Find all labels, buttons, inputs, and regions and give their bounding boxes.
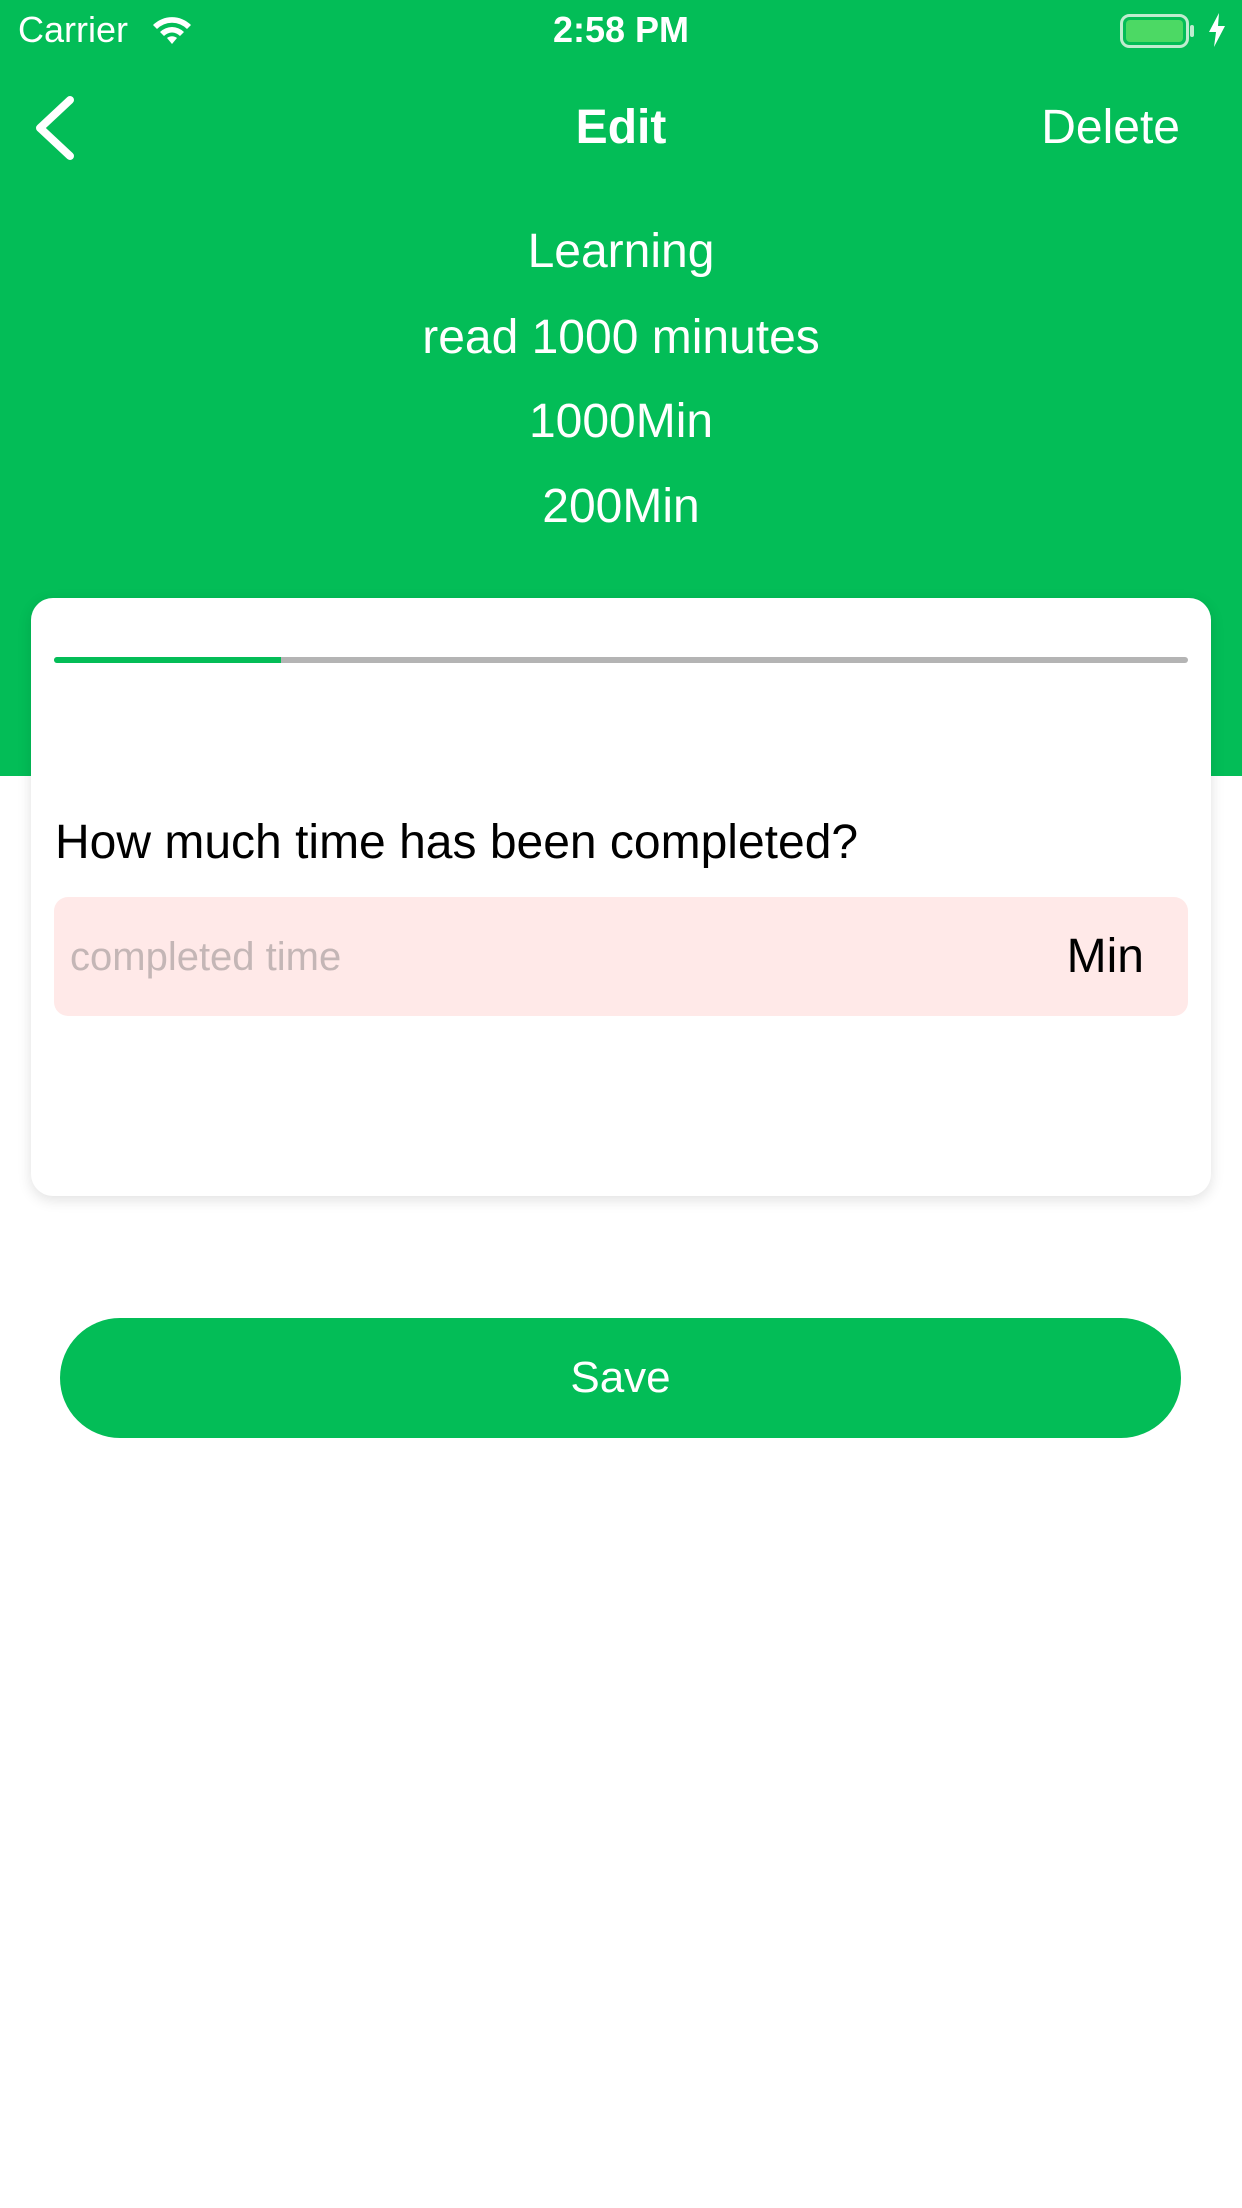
- completed-time-question: How much time has been completed?: [55, 816, 859, 869]
- status-bar: Carrier 2:58 PM: [0, 0, 1242, 60]
- save-button[interactable]: Save: [60, 1318, 1181, 1438]
- goal-target: 1000Min: [528, 395, 714, 448]
- goal-completed: 200Min: [542, 480, 700, 533]
- edit-goal-screen: Carrier 2:58 PM Edit Delete Learning rea…: [0, 0, 1242, 2208]
- battery-icon: [1120, 14, 1196, 48]
- unit-label: Min: [1066, 930, 1144, 983]
- status-time: 2:58 PM: [552, 9, 690, 50]
- completed-time-input-box[interactable]: Min: [54, 897, 1188, 1016]
- delete-button[interactable]: Delete: [1041, 98, 1180, 158]
- progress-bar: [54, 657, 1188, 663]
- progress-bar-fill: [54, 657, 281, 663]
- goal-category: Learning: [527, 225, 715, 278]
- charging-bolt-icon: [1206, 12, 1228, 48]
- progress-card: How much time has been completed? Min: [31, 598, 1211, 1196]
- completed-time-input[interactable]: [70, 927, 970, 987]
- goal-name: read 1000 minutes: [422, 311, 820, 364]
